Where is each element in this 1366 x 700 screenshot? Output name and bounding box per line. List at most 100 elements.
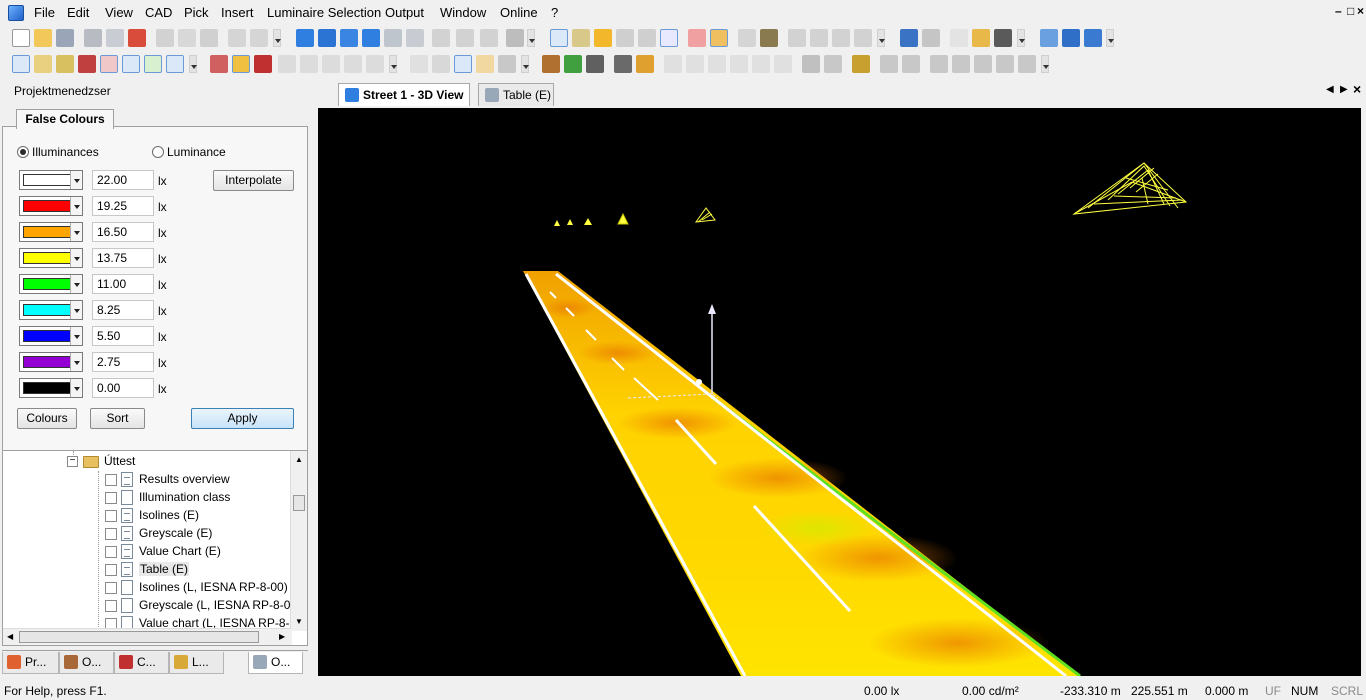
select-object-icon[interactable] xyxy=(56,55,74,73)
chevron-down-icon[interactable] xyxy=(70,301,82,319)
tree-item[interactable]: Value chart (L, IESNA RP-8-00) xyxy=(3,615,293,629)
wrench-icon[interactable] xyxy=(506,29,524,47)
columns-icon[interactable] xyxy=(1084,29,1102,47)
render-icon[interactable] xyxy=(710,29,728,47)
select-area-icon[interactable] xyxy=(100,55,118,73)
tree-checkbox[interactable] xyxy=(105,564,117,576)
circle-icon[interactable] xyxy=(996,55,1014,73)
menu-luminaire-selection[interactable]: Luminaire Selection xyxy=(267,5,381,20)
toolbar-overflow-icon[interactable] xyxy=(389,55,397,73)
pdf-icon[interactable] xyxy=(128,29,146,47)
select-room-icon[interactable] xyxy=(78,55,96,73)
tree-folder-uttest[interactable]: − Úttest xyxy=(3,453,293,471)
shape-b-icon[interactable] xyxy=(686,55,704,73)
tool-a-icon[interactable] xyxy=(432,29,450,47)
tree-checkbox[interactable] xyxy=(105,582,117,594)
view-front-icon[interactable] xyxy=(340,29,358,47)
radio-luminance[interactable] xyxy=(152,146,164,158)
colour-dropdown[interactable] xyxy=(19,300,83,320)
chevron-down-icon[interactable] xyxy=(70,249,82,267)
line-icon[interactable] xyxy=(930,55,948,73)
apply-button[interactable]: Apply xyxy=(191,408,294,429)
select-box-icon[interactable] xyxy=(122,55,140,73)
minimize-icon[interactable]: – xyxy=(1335,4,1342,18)
tool-g-icon[interactable] xyxy=(810,29,828,47)
tool-c-icon[interactable] xyxy=(480,29,498,47)
paste-icon[interactable] xyxy=(200,29,218,47)
tool-i-icon[interactable] xyxy=(854,29,872,47)
toolbar-overflow-icon[interactable] xyxy=(1106,29,1114,47)
toolbar-overflow-icon[interactable] xyxy=(273,29,281,47)
dxf-icon[interactable] xyxy=(278,55,296,73)
search-doc-icon[interactable] xyxy=(972,29,990,47)
tool-m-icon[interactable] xyxy=(344,55,362,73)
toolbar-overflow-icon[interactable] xyxy=(1017,29,1025,47)
tree-item[interactable]: Table (E) xyxy=(3,561,293,579)
colour-dropdown[interactable] xyxy=(19,326,83,346)
tab-false-colours[interactable]: False Colours xyxy=(16,109,114,129)
tool-h-icon[interactable] xyxy=(832,29,850,47)
grid-icon[interactable] xyxy=(1040,29,1058,47)
shape-d-icon[interactable] xyxy=(730,55,748,73)
sort-button[interactable]: Sort xyxy=(90,408,145,429)
tool-p-icon[interactable] xyxy=(880,55,898,73)
insert-texture-icon[interactable] xyxy=(636,55,654,73)
scrollbar-thumb[interactable] xyxy=(293,495,305,511)
view-side-icon[interactable] xyxy=(318,29,336,47)
colour-dropdown[interactable] xyxy=(19,170,83,190)
tree-item[interactable]: Greyscale (L, IESNA RP-8-00) xyxy=(3,597,301,615)
measure-a-icon[interactable] xyxy=(210,55,228,73)
tab-table-e[interactable]: Table (E) xyxy=(478,83,554,106)
level-value-input[interactable]: 5.50 xyxy=(92,326,154,346)
tree-checkbox[interactable] xyxy=(105,510,117,522)
calc-objects-icon[interactable] xyxy=(572,29,590,47)
shape-e-icon[interactable] xyxy=(752,55,770,73)
tree-item[interactable]: Illumination class xyxy=(3,489,293,507)
colour-dropdown[interactable] xyxy=(19,222,83,242)
insert-tree-icon[interactable] xyxy=(564,55,582,73)
menu-online[interactable]: Online xyxy=(500,5,538,20)
chevron-down-icon[interactable] xyxy=(70,327,82,345)
cut-icon[interactable] xyxy=(156,29,174,47)
tab-scroll-right-icon[interactable]: ▶ xyxy=(1340,84,1348,95)
insert-luminaire-icon[interactable] xyxy=(542,55,560,73)
tool-e-icon[interactable] xyxy=(760,29,778,47)
zoom-icon[interactable] xyxy=(432,55,450,73)
level-value-input[interactable]: 13.75 xyxy=(92,248,154,268)
menu-output[interactable]: Output xyxy=(385,5,424,20)
close-icon[interactable]: × xyxy=(1357,4,1364,18)
insert-object-icon[interactable] xyxy=(586,55,604,73)
tree-checkbox[interactable] xyxy=(105,492,117,504)
view-top-icon[interactable] xyxy=(362,29,380,47)
colour-dropdown[interactable] xyxy=(19,352,83,372)
toolbar-overflow-icon[interactable] xyxy=(527,29,535,47)
view-iso-icon[interactable] xyxy=(384,29,402,47)
tool-j-icon[interactable] xyxy=(922,29,940,47)
menu-window[interactable]: Window xyxy=(440,5,486,20)
3d-view-icon[interactable] xyxy=(296,29,314,47)
tree-checkbox[interactable] xyxy=(105,546,117,558)
tab-street-3d-view[interactable]: Street 1 - 3D View xyxy=(338,83,470,106)
polyline-icon[interactable] xyxy=(952,55,970,73)
tab-objects[interactable]: O... xyxy=(59,652,114,674)
radio-illuminances[interactable] xyxy=(17,146,29,158)
new-file-icon[interactable] xyxy=(12,29,30,47)
chevron-down-icon[interactable] xyxy=(70,379,82,397)
shape-g-icon[interactable] xyxy=(802,55,820,73)
restore-icon[interactable]: □ xyxy=(1347,4,1354,18)
tool-b-icon[interactable] xyxy=(456,29,474,47)
menu-insert[interactable]: Insert xyxy=(221,5,254,20)
undo-icon[interactable] xyxy=(228,29,246,47)
pan-icon[interactable] xyxy=(476,55,494,73)
edit-icon[interactable] xyxy=(616,29,634,47)
select-green-icon[interactable] xyxy=(144,55,162,73)
tree-horizontal-scrollbar[interactable]: ◀ ▶ xyxy=(3,628,292,645)
print-icon[interactable] xyxy=(84,29,102,47)
chevron-down-icon[interactable] xyxy=(70,197,82,215)
insert-furniture-icon[interactable] xyxy=(614,55,632,73)
select-tool-icon[interactable] xyxy=(166,55,184,73)
calc-ground-icon[interactable] xyxy=(550,29,568,47)
chevron-down-icon[interactable] xyxy=(70,171,82,189)
tool-f-icon[interactable] xyxy=(788,29,806,47)
select-luminaire-icon[interactable] xyxy=(34,55,52,73)
